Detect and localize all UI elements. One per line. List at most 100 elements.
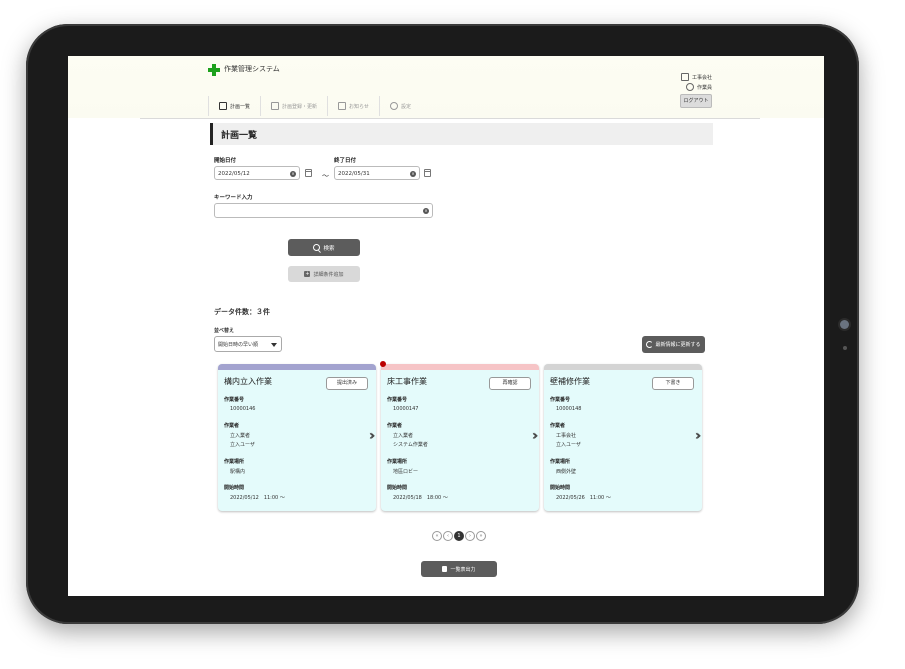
worker-1: 工事会社 [556, 433, 577, 439]
nav-settings-label: 設定 [400, 103, 411, 110]
start-label: 開始時間 [550, 485, 571, 491]
page-current[interactable]: 1 [454, 531, 464, 541]
page-title: 計画一覧 [221, 131, 258, 141]
end-date-value: 2022/05/31 [338, 171, 370, 177]
search-button-label: 検索 [323, 245, 335, 252]
nav-plan-register[interactable]: 計画登録・更新 [261, 96, 329, 116]
place: 地區ロビー [393, 469, 419, 475]
nav-notice-label: お知らせ [349, 103, 369, 110]
nav-settings[interactable]: 設定 [380, 96, 421, 116]
clipboard-icon [219, 102, 227, 110]
search-button[interactable]: 検索 [288, 239, 360, 256]
status-badge[interactable]: 下書き [652, 377, 694, 390]
main-nav: 計画一覧 計画登録・更新 お知らせ 設定 [208, 96, 421, 116]
place-label: 作業場所 [224, 459, 245, 465]
nav-notice[interactable]: お知らせ [328, 96, 380, 116]
calendar-icon[interactable] [305, 169, 312, 177]
sensor-dot [843, 346, 847, 350]
place-label: 作業場所 [387, 459, 408, 465]
clear-icon[interactable]: × [410, 170, 416, 177]
search-icon [313, 244, 321, 251]
card-title: 壁補修作業 [550, 377, 590, 386]
work-no-label: 作業番号 [224, 397, 245, 403]
add-condition-label: 詳細条件追加 [313, 271, 344, 278]
start-date-label: 開始日付 [214, 158, 237, 164]
range-separator: ～ [322, 172, 329, 180]
keyword-label: キーワード入力 [214, 195, 253, 201]
start-time: 2022/05/18 18:00 ～ [393, 495, 448, 501]
clear-icon[interactable]: × [423, 207, 429, 214]
company-name: 工事会社 [691, 74, 712, 81]
refresh-icon [646, 341, 654, 348]
export-button[interactable]: 一覧表出力 [421, 561, 497, 577]
card-status-bar [218, 364, 376, 370]
end-date-input[interactable]: 2022/05/31 × [334, 166, 420, 180]
next-page-icon[interactable]: › [465, 531, 475, 541]
nav-plan-list[interactable]: 計画一覧 [208, 96, 262, 116]
sort-select[interactable]: 開始日時の早い順 [214, 336, 282, 352]
result-count: データ件数：３件 [214, 308, 270, 316]
app-title: 作業管理システム [224, 65, 280, 73]
nav-plan-list-label: 計画一覧 [230, 103, 251, 110]
status-badge[interactable]: 提出済み [326, 377, 368, 390]
sort-label: 並べ替え [214, 328, 235, 334]
first-page-icon[interactable]: « [432, 531, 442, 541]
last-page-icon[interactable]: » [476, 531, 486, 541]
app-screen: 作業管理システム 工事会社 作業員 ログアウト 計画一覧 計画登録・更新 お知ら… [68, 56, 824, 596]
start-label: 開始時間 [224, 485, 245, 491]
user-line: 作業員 [681, 82, 712, 92]
worker-2: システム作業者 [393, 442, 428, 448]
logout-button[interactable]: ログアウト [680, 94, 712, 108]
prev-page-icon[interactable]: ‹ [443, 531, 453, 541]
worker-label: 作業者 [224, 423, 240, 429]
gear-icon [389, 102, 398, 110]
chevron-down-icon [271, 343, 277, 347]
plus-icon: + [304, 271, 311, 277]
card-title: 構内立入作業 [224, 377, 272, 386]
keyword-input[interactable]: × [214, 203, 433, 218]
refresh-button[interactable]: 最新情報に更新する [642, 336, 705, 353]
building-icon [680, 73, 689, 81]
card-status-bar [544, 364, 702, 370]
status-badge[interactable]: 再確認 [489, 377, 531, 390]
worker-1: 立入業者 [230, 433, 251, 439]
place-label: 作業場所 [550, 459, 571, 465]
company-line: 工事会社 [680, 72, 712, 82]
plan-card[interactable]: 床工事作業 再確認 作業番号 10000147 作業者 立入業者 システム作業者… [381, 364, 539, 511]
page-title-bar: 計画一覧 [210, 123, 713, 145]
plan-card[interactable]: 構内立入作業 提出済み 作業番号 10000146 作業者 立入業者 立入ユーザ… [218, 364, 376, 511]
place: 駅構内 [230, 469, 246, 475]
start-time: 2022/05/12 11:00 ～ [230, 495, 285, 501]
user-role: 作業員 [696, 84, 712, 91]
pagination: « ‹ 1 › » [432, 531, 486, 541]
plan-card[interactable]: 壁補修作業 下書き 作業番号 10000148 作業者 工事会社 立入ユーザ 作… [544, 364, 702, 511]
notice-icon [338, 102, 347, 110]
start-date-input[interactable]: 2022/05/12 × [214, 166, 300, 180]
header-divider [140, 118, 760, 119]
start-label: 開始時間 [387, 485, 408, 491]
start-date-value: 2022/05/12 [218, 171, 250, 177]
work-no: 10000147 [393, 406, 419, 412]
calendar-icon[interactable] [424, 169, 431, 177]
pencil-icon [271, 102, 280, 110]
end-date-label: 終了日付 [334, 158, 357, 164]
nav-plan-register-label: 計画登録・更新 [282, 103, 318, 110]
document-icon [442, 566, 448, 572]
person-icon [685, 83, 694, 91]
refresh-button-label: 最新情報に更新する [655, 342, 701, 348]
export-button-label: 一覧表出力 [450, 566, 476, 573]
place: 西側外壁 [556, 469, 577, 475]
worker-label: 作業者 [387, 423, 403, 429]
work-no: 10000148 [556, 406, 582, 412]
card-title: 床工事作業 [387, 377, 427, 386]
camera-icon [840, 320, 849, 329]
worker-label: 作業者 [550, 423, 566, 429]
card-status-bar [381, 364, 539, 370]
clear-icon[interactable]: × [290, 170, 296, 177]
worker-2: 立入ユーザ [556, 442, 581, 448]
work-no: 10000146 [230, 406, 256, 412]
start-time: 2022/05/26 11:00 ～ [556, 495, 611, 501]
add-condition-button[interactable]: + 詳細条件追加 [288, 266, 360, 282]
sort-selected: 開始日時の早い順 [218, 342, 259, 348]
worker-2: 立入ユーザ [230, 442, 255, 448]
